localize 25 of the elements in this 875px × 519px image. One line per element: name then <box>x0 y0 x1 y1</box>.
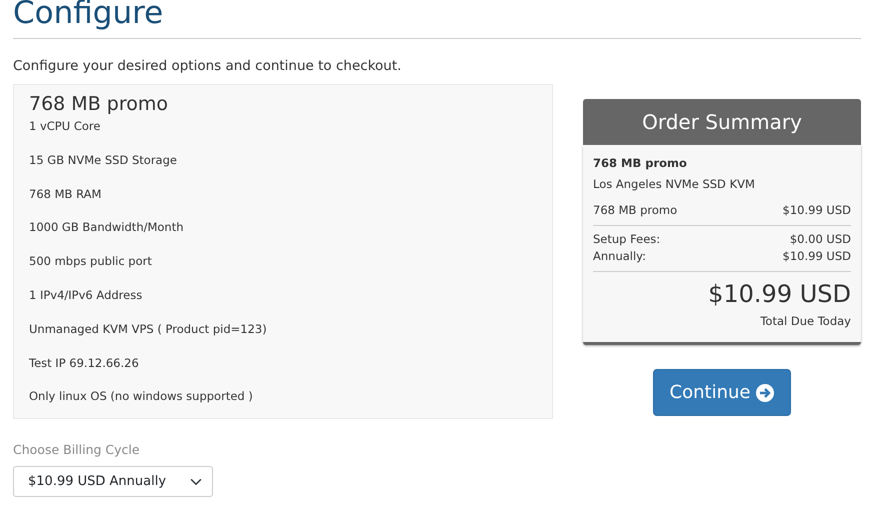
summary-amount: $10.99 USD <box>782 202 851 218</box>
summary-product-name: 768 MB promo <box>593 155 688 172</box>
product-name: 768 MB promo <box>29 93 169 116</box>
continue-button[interactable]: Continue <box>652 369 792 416</box>
feature-text: 500 mbps public port <box>29 255 153 270</box>
summary-product-group: Los Angeles NVMe SSD KVM <box>593 176 851 194</box>
summary-label: Setup Fees: <box>593 230 660 248</box>
summary-amount: $10.99 USD <box>782 248 851 265</box>
order-summary-header: Order Summary <box>583 99 861 145</box>
feature-text: Only linux OS (no windows supported ) <box>29 390 254 404</box>
feature-text: 1000 GB Bandwidth/Month <box>29 221 185 236</box>
billing-cycle-label: Choose Billing Cycle <box>13 441 141 460</box>
total-amount: $10.99 USD <box>707 280 851 310</box>
feature-text: 15 GB NVMe SSD Storage <box>29 154 178 168</box>
feature-text: 1 IPv4/IPv6 Address <box>29 289 144 303</box>
feature-text: Unmanaged KVM VPS ( Product pid=123) <box>29 322 268 337</box>
feature-text: Test IP 69.12.66.26 <box>29 356 140 370</box>
feature-text: 768 MB RAM <box>29 188 102 202</box>
billing-cycle-select[interactable]: $10.99 USD Annually <box>13 466 213 498</box>
intro-text: Configure your desired options and continue to checkout. <box>13 57 402 76</box>
feature-text: 1 vCPU Core <box>29 120 102 134</box>
summary-label: Annually: <box>593 248 646 265</box>
total-label: Total Due Today <box>759 313 851 330</box>
summary-label: 768 MB promo <box>593 202 678 218</box>
summary-amount: $0.00 USD <box>790 230 851 248</box>
